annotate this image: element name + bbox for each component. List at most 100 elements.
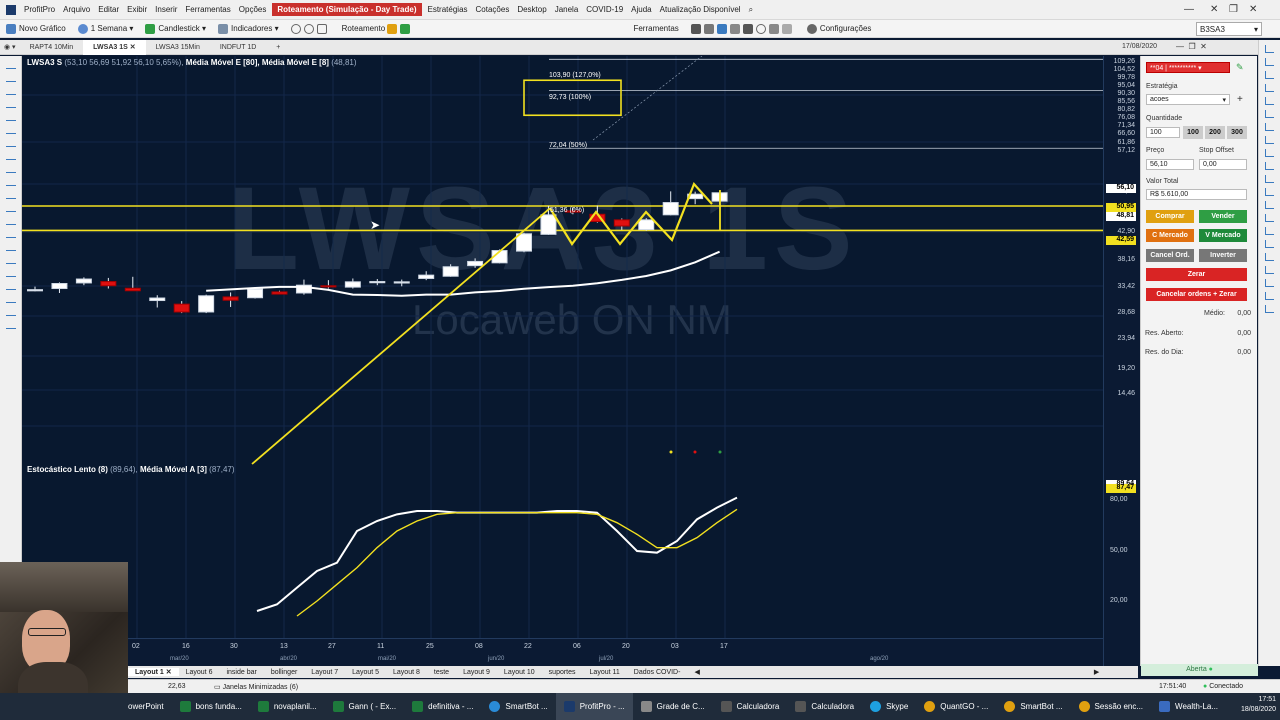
layout-tab-9[interactable]: Layout 9 <box>456 669 497 676</box>
gann-tool-icon[interactable] <box>6 269 16 277</box>
vender-button[interactable]: Vender <box>1199 210 1247 223</box>
refresh-icon[interactable] <box>755 23 766 34</box>
task-wealth-lab[interactable]: Wealth-La... <box>1151 693 1226 720</box>
task-excel-4[interactable]: definitiva - ... <box>404 693 481 720</box>
delete-drawings-icon[interactable] <box>1265 305 1274 313</box>
eraser-icon[interactable] <box>6 113 16 121</box>
menu-cotacoes[interactable]: Cotações <box>472 5 514 14</box>
c-mercado-button[interactable]: C Mercado <box>1146 229 1194 242</box>
task-grade[interactable]: Grade de C... <box>633 693 713 720</box>
task-powerpoint[interactable]: owerPoint <box>120 693 172 720</box>
tab-window-controls[interactable]: — ❐ ✕ <box>1176 42 1207 51</box>
menu-ajuda[interactable]: Ajuda <box>627 5 655 14</box>
menu-update[interactable]: Atualização Disponível <box>656 5 745 14</box>
pencil-icon[interactable] <box>6 100 16 108</box>
account-select[interactable]: **04 | ********** ▾ <box>1146 62 1230 73</box>
vertical-line-icon[interactable] <box>6 243 16 251</box>
stop-offset-input[interactable]: 0,00 <box>1199 159 1247 170</box>
minimized-windows[interactable]: ▭ Janelas Minimizadas (6) <box>214 683 298 691</box>
restore-icon[interactable]: ❐ <box>1229 4 1238 15</box>
tab-indfut-1d[interactable]: INDFUT 1D <box>210 40 266 55</box>
crosshair-tool-icon[interactable] <box>6 87 16 95</box>
measure-tool-icon[interactable] <box>1265 279 1274 287</box>
menu-ferramentas[interactable]: Ferramentas <box>181 5 234 14</box>
menu-janela[interactable]: Janela <box>551 5 583 14</box>
zoom-out-icon[interactable] <box>303 23 314 34</box>
routing-mode-badge[interactable]: Roteamento (Simulação - Day Trade) <box>272 3 422 16</box>
layout-tab-inside-bar[interactable]: inside bar <box>219 669 263 676</box>
layout-tab-suportes[interactable]: suportes <box>542 669 583 676</box>
layout-tab-bollinger[interactable]: bollinger <box>264 669 304 676</box>
menu-opcoes[interactable]: Opções <box>235 5 271 14</box>
task-edge[interactable]: SmartBot ... <box>481 693 555 720</box>
quantidade-input[interactable]: 100 <box>1146 127 1180 138</box>
menu-editar[interactable]: Editar <box>94 5 123 14</box>
add-tab-icon[interactable]: + <box>266 40 290 55</box>
layout-tab-5[interactable]: Layout 5 <box>345 669 386 676</box>
pitchfork-tool-icon[interactable] <box>6 282 16 290</box>
crosshair-icon[interactable] <box>316 23 327 34</box>
indicators-button[interactable]: Indicadores ▾ <box>212 23 285 34</box>
qty-200-button[interactable]: 200 <box>1205 126 1225 139</box>
grid-icon[interactable] <box>690 23 701 34</box>
circle-tool-icon[interactable] <box>1265 175 1274 183</box>
task-chrome-2[interactable]: SmartBot ... <box>996 693 1070 720</box>
tab-nav-icon[interactable]: ◉ ▾ <box>0 40 20 55</box>
v-mercado-button[interactable]: V Mercado <box>1199 229 1247 242</box>
menu-exibir[interactable]: Exibir <box>123 5 151 14</box>
cancel-orders-button[interactable]: Cancel Ord. <box>1146 249 1194 262</box>
menu-inserir[interactable]: Inserir <box>151 5 181 14</box>
channel-tool-icon[interactable] <box>6 217 16 225</box>
horizontal-line-icon[interactable] <box>6 230 16 238</box>
calendar-icon[interactable] <box>742 23 753 34</box>
measure-tool-icon[interactable] <box>6 295 16 303</box>
magnet-icon[interactable] <box>1265 110 1274 118</box>
qty-300-button[interactable]: 300 <box>1227 126 1247 139</box>
brush-tool-icon[interactable] <box>1265 292 1274 300</box>
book-icon[interactable] <box>716 23 727 34</box>
hand-icon[interactable] <box>6 74 16 82</box>
fibonacci-tool-icon[interactable] <box>6 204 16 212</box>
layout-tab-teste[interactable]: teste <box>427 669 456 676</box>
tools-menu[interactable]: Ferramentas <box>627 24 684 33</box>
task-chrome-1[interactable]: QuantGO - ... <box>916 693 996 720</box>
layout-tab-1[interactable]: Layout 1 ✕ <box>128 668 179 676</box>
chevron-down-icon[interactable]: ▾ <box>1254 25 1258 34</box>
price-axis[interactable]: 109,26 104,52 99,78 95,04 90,30 85,56 80,82 76,… <box>1103 56 1137 666</box>
qty-100-button[interactable]: 100 <box>1183 126 1203 139</box>
layout-tab-covid[interactable]: Dados COVID- <box>627 669 688 676</box>
brush-tool-icon[interactable] <box>6 308 16 316</box>
arrow-up-icon[interactable] <box>1265 253 1274 261</box>
minimize-icon[interactable]: — <box>1184 4 1194 15</box>
delete-drawings-icon[interactable] <box>6 321 16 329</box>
ray-tool-icon[interactable] <box>6 165 16 173</box>
account-icon[interactable]: ✎ <box>1236 62 1244 73</box>
inverter-button[interactable]: Inverter <box>1199 249 1247 262</box>
cancel-and-zero-button[interactable]: Cancelar ordens + Zerar <box>1146 288 1247 301</box>
zoom-in-icon[interactable] <box>290 23 301 34</box>
task-excel-1[interactable]: bons funda... <box>172 693 250 720</box>
tab-lwsa3-1s[interactable]: LWSA3 1S ✕ <box>83 39 146 55</box>
crosshair-tool-icon[interactable] <box>1265 71 1274 79</box>
menu-covid[interactable]: COVID-19 <box>582 5 627 14</box>
table-icon[interactable] <box>703 23 714 34</box>
close-icon[interactable]: ✕ <box>1210 4 1218 15</box>
pitchfork-tool-icon[interactable] <box>1265 240 1274 248</box>
fibonacci-tool-icon[interactable] <box>1265 188 1274 196</box>
chevron-down-icon[interactable]: ▾ <box>1222 96 1226 104</box>
layout-tab-10[interactable]: Layout 10 <box>497 669 542 676</box>
arrow-down-icon[interactable] <box>1265 266 1274 274</box>
layout-tabs-scroll-left-icon[interactable]: ◀ <box>687 668 706 676</box>
task-calculadora-1[interactable]: Calculadora <box>713 693 788 720</box>
add-icon[interactable] <box>1265 84 1274 92</box>
c-badge-icon[interactable] <box>387 23 398 34</box>
arrow-tool-icon[interactable] <box>6 256 16 264</box>
zoom-tools[interactable] <box>285 23 336 34</box>
gann-tool-icon[interactable] <box>1265 227 1274 235</box>
layout-tabs-scroll-right-icon[interactable]: ▶ <box>1087 668 1106 676</box>
magnet-icon[interactable] <box>6 139 16 147</box>
window-close-icon[interactable]: ✕ <box>1249 4 1257 15</box>
task-calculadora-2[interactable]: Calculadora <box>787 693 862 720</box>
settings-icon[interactable] <box>768 23 779 34</box>
zerar-button[interactable]: Zerar <box>1146 268 1247 281</box>
